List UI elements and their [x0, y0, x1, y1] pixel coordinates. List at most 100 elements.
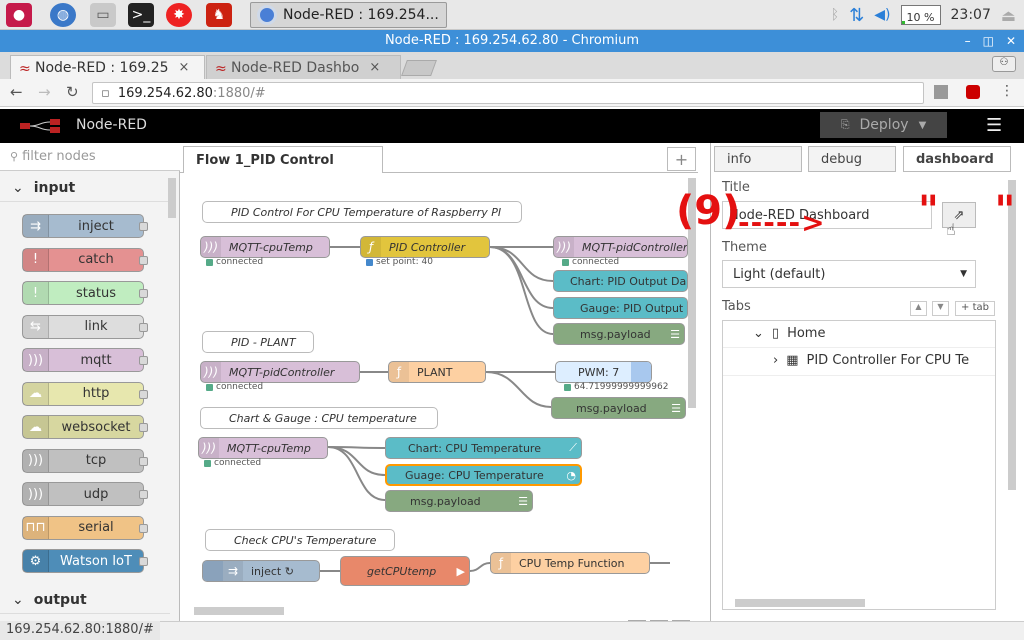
sidebar-tab-dashboard[interactable]: dashboard — [903, 146, 1011, 172]
palette-node-icon: ☁ — [23, 382, 49, 405]
web-browser-icon[interactable]: ◍ — [50, 3, 76, 27]
close-window-button[interactable]: ✕ — [1006, 30, 1016, 52]
collapse-all-button[interactable]: ▲ — [910, 301, 927, 316]
palette-node-icon: ))) — [23, 349, 49, 371]
ublock-icon[interactable] — [966, 85, 980, 99]
category-input[interactable]: ⌄ input — [0, 174, 170, 202]
new-tab-button[interactable] — [401, 60, 437, 76]
terminal-icon[interactable]: >_ — [128, 3, 154, 27]
palette-node-status[interactable]: ! status — [22, 281, 148, 305]
output-port[interactable] — [139, 523, 148, 533]
chevron-down-icon: ▼ — [960, 269, 967, 279]
browser-tab-nodered[interactable]: ≈ Node-RED : 169.25 × — [10, 55, 205, 79]
mqtt-in-node[interactable]: ))) MQTT-cpuTemp — [198, 437, 328, 459]
function-node[interactable]: ƒ CPU Temp Function — [490, 552, 650, 574]
palette-node-tcp[interactable]: ))) tcp — [22, 448, 148, 473]
minimize-button[interactable]: – — [965, 30, 971, 52]
pwm-output-node[interactable]: PWM: 7 — [555, 361, 652, 383]
palette-node-mqtt[interactable]: ))) mqtt — [22, 348, 148, 372]
chevron-right-icon[interactable]: › — [773, 353, 778, 368]
mqtt-in-node[interactable]: ))) MQTT-pidController — [200, 361, 360, 383]
deploy-button[interactable]: ⎘ Deploy ▼ — [820, 112, 947, 138]
hamburger-menu-icon[interactable]: ☰ — [986, 115, 1002, 136]
wolfram-icon[interactable]: ♞ — [206, 3, 232, 27]
sidebar-tab-debug[interactable]: debug — [808, 146, 896, 172]
add-flow-button[interactable]: + — [667, 147, 696, 171]
output-port[interactable] — [139, 322, 148, 332]
workspace-hscrollbar[interactable] — [194, 607, 284, 615]
exec-node[interactable]: getCPUtemp ▶ — [340, 556, 470, 586]
category-output[interactable]: ⌄ output — [0, 586, 170, 614]
profile-icon[interactable]: ⚇ — [992, 56, 1016, 72]
palette-node-watson-iot[interactable]: ⚙ Watson IoT — [22, 549, 148, 573]
mouse-cursor-icon: ☝ — [946, 220, 956, 239]
extension-icon[interactable] — [934, 85, 948, 99]
raspberry-menu-icon[interactable]: ● — [6, 3, 32, 27]
output-port[interactable] — [139, 222, 148, 231]
maximize-button[interactable]: ◫ — [983, 30, 994, 52]
tree-item-group[interactable]: › ▦ PID Controller For CPU Te — [773, 353, 969, 368]
mqtt-in-node[interactable]: ))) MQTT-cpuTemp — [200, 236, 330, 258]
network-icon[interactable]: ⇅ — [849, 5, 864, 26]
palette-node-serial[interactable]: ⊓⊓ serial — [22, 515, 148, 540]
debug-node[interactable]: msg.payload ☰ — [553, 323, 685, 345]
palette-node-http[interactable]: ☁ http — [22, 381, 148, 406]
comment-node[interactable]: Check CPU's Temperature — [205, 529, 395, 551]
back-icon[interactable]: ← — [10, 83, 23, 101]
debug-node[interactable]: msg.payload ☰ — [551, 397, 686, 419]
forward-icon[interactable]: → — [38, 83, 51, 101]
expand-all-button[interactable]: ▼ — [932, 301, 949, 316]
file-manager-icon[interactable]: ▭ — [90, 3, 116, 27]
gauge-node[interactable]: Guage: CPU Temperature ◔ — [385, 464, 582, 486]
browser-menu-icon[interactable]: ⋮ — [1000, 83, 1014, 99]
gauge-node[interactable]: Gauge: PID Output — [553, 297, 688, 319]
output-port[interactable] — [139, 456, 148, 466]
plant-function-node[interactable]: ƒ PLANT — [388, 361, 486, 383]
theme-select[interactable]: Light (default) ▼ — [722, 260, 976, 288]
debug-node[interactable]: msg.payload ☰ — [385, 490, 533, 512]
deploy-label: Deploy — [859, 117, 909, 133]
chevron-down-icon[interactable]: ⌄ — [753, 326, 764, 341]
theme-value: Light (default) — [733, 266, 826, 282]
mqtt-out-node[interactable]: ))) MQTT-pidController — [553, 236, 688, 258]
output-port[interactable] — [139, 490, 148, 499]
chromium-task-button[interactable]: Node-RED : 169.254... — [250, 2, 447, 28]
comment-node[interactable]: Chart & Gauge : CPU temperature — [200, 407, 438, 429]
tree-item-home[interactable]: ⌄ ▯ Home — [753, 326, 825, 341]
eject-icon[interactable]: ⏏ — [1001, 6, 1016, 25]
comment-node[interactable]: PID - PLANT — [202, 331, 314, 353]
sidebar-tab-info[interactable]: info — [714, 146, 802, 172]
chart-node[interactable]: Chart: CPU Temperature ⟋ — [385, 437, 582, 459]
tab-close-icon[interactable]: × — [369, 60, 380, 75]
chevron-down-icon[interactable]: ▼ — [919, 120, 927, 131]
palette-node-link[interactable]: ⇆ link — [22, 314, 148, 339]
reload-icon[interactable]: ↻ — [66, 83, 79, 101]
palette-node-websocket[interactable]: ☁ websocket — [22, 415, 148, 439]
output-port[interactable] — [139, 423, 148, 432]
palette-node-udp[interactable]: ))) udp — [22, 482, 148, 506]
address-bar[interactable]: ▫ 169.254.62.80:1880/# — [92, 82, 924, 104]
output-port[interactable] — [139, 356, 148, 365]
output-port[interactable] — [139, 289, 148, 298]
output-port[interactable] — [139, 557, 148, 566]
chart-node[interactable]: Chart: PID Output Da — [553, 270, 688, 292]
volume-icon[interactable]: ◀) — [874, 7, 890, 23]
flow-tab[interactable]: Flow 1_PID Control — [183, 146, 383, 173]
inject-button-icon[interactable] — [203, 561, 223, 581]
tab-close-icon[interactable]: × — [179, 60, 190, 75]
bluetooth-icon[interactable]: ᛒ — [831, 7, 839, 23]
mathematica-icon[interactable]: ✸ — [166, 3, 192, 27]
pid-controller-node[interactable]: ƒ PID Controller — [360, 236, 490, 258]
comment-node[interactable]: PID Control For CPU Temperature of Raspb… — [202, 201, 522, 223]
output-port[interactable] — [139, 255, 148, 265]
tree-hscrollbar[interactable] — [735, 599, 865, 607]
browser-tab-dashboard[interactable]: ≈ Node-RED Dashbo × — [206, 55, 401, 79]
output-port[interactable] — [139, 389, 148, 399]
palette-scrollbar[interactable] — [168, 178, 176, 218]
filter-nodes-input[interactable]: ⚲ filter nodes — [0, 143, 180, 171]
page-info-icon[interactable]: ▫ — [101, 86, 110, 101]
add-tab-button[interactable]: + tab — [955, 301, 995, 316]
palette-node-inject[interactable]: ⇉ inject — [22, 214, 148, 238]
inject-node[interactable]: ⇉ inject ↻ — [202, 560, 320, 582]
palette-node-catch[interactable]: ! catch — [22, 247, 148, 272]
